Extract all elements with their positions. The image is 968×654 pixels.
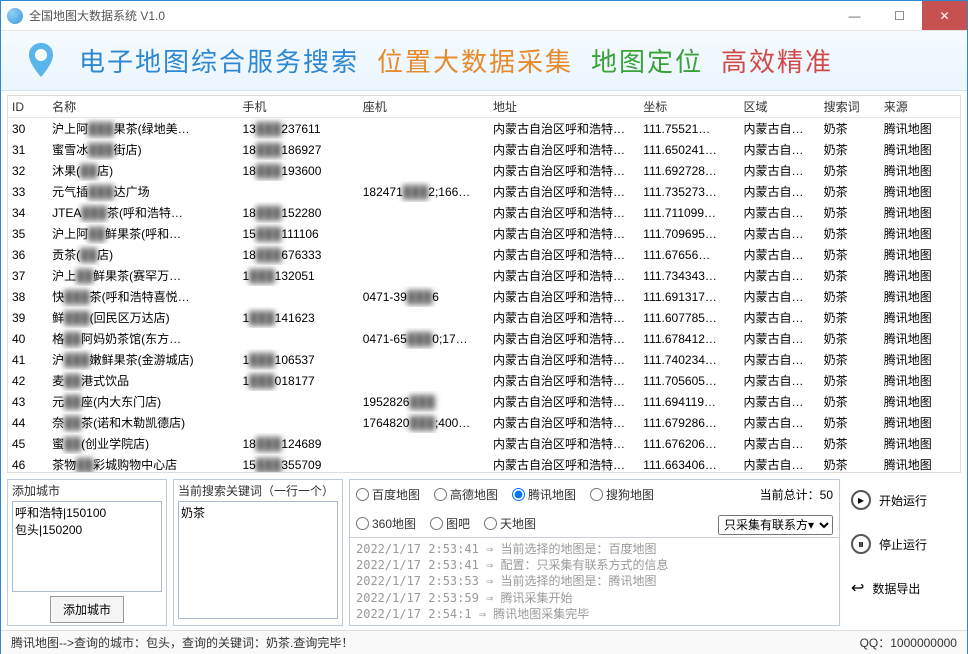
- city-label: 添加城市: [12, 482, 162, 499]
- map-radio[interactable]: 腾讯地图: [512, 486, 576, 503]
- map-radios: 百度地图高德地图腾讯地图搜狗地图 360地图图吧天地图: [350, 480, 712, 535]
- column-header[interactable]: 座机: [359, 96, 489, 118]
- column-header[interactable]: 区域: [740, 96, 820, 118]
- map-radio[interactable]: 360地图: [356, 515, 416, 532]
- count-row: 当前总计：50 只采集有联系方▾: [712, 480, 839, 537]
- column-header[interactable]: 手机: [238, 96, 358, 118]
- export-button[interactable]: ↩ 数据导出: [846, 571, 961, 605]
- banner-text-2: 位置大数据采集: [377, 42, 573, 79]
- bottom-panel: 添加城市 添加城市 当前搜索关键词（一行一个） 百度地图高德地图腾讯地图搜狗地图…: [1, 475, 967, 630]
- stop-icon: ⏸: [851, 534, 871, 554]
- map-radio[interactable]: 高德地图: [434, 486, 498, 503]
- table-row[interactable]: 40格██阿妈奶茶馆(东方…0471-65███0;17…内蒙古自治区呼和浩特……: [8, 328, 960, 349]
- table-row[interactable]: 33元气插███达广场182471███2;166…内蒙古自治区呼和浩特…111…: [8, 181, 960, 202]
- table-row[interactable]: 44奈██茶(诺和木勒凯德店)1764820███;400…内蒙古自治区呼和浩特…: [8, 412, 960, 433]
- map-radio[interactable]: 天地图: [484, 515, 536, 532]
- map-radio[interactable]: 百度地图: [356, 486, 420, 503]
- add-city-button[interactable]: 添加城市: [50, 596, 124, 623]
- column-header[interactable]: 坐标: [639, 96, 739, 118]
- table-row[interactable]: 41沪███嫩鲜果茶(金游城店)1███106537内蒙古自治区呼和浩特…111…: [8, 349, 960, 370]
- table-row[interactable]: 42麦██港式饮品1███018177内蒙古自治区呼和浩特…111.705605…: [8, 370, 960, 391]
- play-icon: ▸: [851, 490, 871, 510]
- table-row[interactable]: 38快███茶(呼和浩特喜悦…0471-39███6内蒙古自治区呼和浩特…111…: [8, 286, 960, 307]
- qq-contact: QQ：1000000000: [860, 634, 957, 651]
- keyword-panel: 当前搜索关键词（一行一个）: [173, 479, 343, 626]
- table-row[interactable]: 46茶物██彩城购物中心店15███355709内蒙古自治区呼和浩特…111.6…: [8, 454, 960, 473]
- banner-text-1: 电子地图综合服务搜索: [79, 42, 359, 79]
- column-header[interactable]: ID: [8, 96, 48, 118]
- minimize-button[interactable]: —: [832, 1, 877, 30]
- table-row[interactable]: 39鲜███(回民区万达店)1███141623内蒙古自治区呼和浩特…111.6…: [8, 307, 960, 328]
- start-button[interactable]: ▸ 开始运行: [846, 483, 961, 517]
- map-radio[interactable]: 搜狗地图: [590, 486, 654, 503]
- export-icon: ↩: [851, 578, 864, 598]
- pin-icon: [21, 41, 61, 81]
- stop-button[interactable]: ⏸ 停止运行: [846, 527, 961, 561]
- banner-text-4: 高效精准: [721, 42, 833, 79]
- table-row[interactable]: 32沐果(██店)18███193600内蒙古自治区呼和浩特…111.69272…: [8, 160, 960, 181]
- keyword-label: 当前搜索关键词（一行一个）: [178, 482, 338, 499]
- status-bar: 腾讯地图-->查询的城市：包头，查询的关键词：奶茶.查询完毕！ QQ：10000…: [1, 630, 967, 654]
- status-text: 腾讯地图-->查询的城市：包头，查询的关键词：奶茶.查询完毕！: [11, 634, 353, 651]
- column-header[interactable]: 地址: [489, 96, 639, 118]
- column-header[interactable]: 名称: [48, 96, 238, 118]
- city-panel: 添加城市 添加城市: [7, 479, 167, 626]
- map-radio[interactable]: 图吧: [430, 515, 470, 532]
- data-table: ID名称手机座机地址坐标区域搜索词来源 30沪上阿███果茶(绿地美…13███…: [8, 96, 960, 473]
- titlebar: 全国地图大数据系统 V1.0 — ☐ ✕: [1, 1, 967, 31]
- table-row[interactable]: 34JTEA███茶(呼和浩特…18███152280内蒙古自治区呼和浩特…11…: [8, 202, 960, 223]
- column-header[interactable]: 搜索词: [820, 96, 880, 118]
- window-title: 全国地图大数据系统 V1.0: [29, 7, 832, 24]
- collect-mode-select[interactable]: 只采集有联系方▾: [718, 515, 833, 535]
- action-panel: ▸ 开始运行 ⏸ 停止运行 ↩ 数据导出: [846, 479, 961, 626]
- log-output: 2022/1/17 2:53:41 ⇒ 当前选择的地图是：百度地图2022/1/…: [350, 537, 839, 625]
- banner-text-3: 地图定位: [591, 42, 703, 79]
- banner: 电子地图综合服务搜索 位置大数据采集 地图定位 高效精准: [1, 31, 967, 91]
- table-row[interactable]: 37沪上██鲜果茶(赛罕万…1███132051内蒙古自治区呼和浩特…111.7…: [8, 265, 960, 286]
- close-button[interactable]: ✕: [922, 1, 967, 30]
- table-row[interactable]: 43元██座(内大东门店)1952826███内蒙古自治区呼和浩特…111.69…: [8, 391, 960, 412]
- total-count: 当前总计：50: [760, 486, 833, 503]
- maximize-button[interactable]: ☐: [877, 1, 922, 30]
- column-header[interactable]: 来源: [880, 96, 960, 118]
- table-row[interactable]: 36贡茶(██店)18███676333内蒙古自治区呼和浩特…111.67656…: [8, 244, 960, 265]
- data-table-container[interactable]: ID名称手机座机地址坐标区域搜索词来源 30沪上阿███果茶(绿地美…13███…: [7, 95, 961, 473]
- table-row[interactable]: 31蜜雪冰███街店)18███186927内蒙古自治区呼和浩特…111.650…: [8, 139, 960, 160]
- city-textarea[interactable]: [12, 501, 162, 592]
- table-row[interactable]: 35沪上阿██鲜果茶(呼和…15███111106内蒙古自治区呼和浩特…111.…: [8, 223, 960, 244]
- table-row[interactable]: 30沪上阿███果茶(绿地美…13███237611内蒙古自治区呼和浩特…111…: [8, 118, 960, 140]
- app-icon: [7, 8, 23, 24]
- table-row[interactable]: 45蜜██(创业学院店)18███124689内蒙古自治区呼和浩特…111.67…: [8, 433, 960, 454]
- keyword-textarea[interactable]: [178, 501, 338, 619]
- mid-panel: 百度地图高德地图腾讯地图搜狗地图 360地图图吧天地图 当前总计：50 只采集有联…: [349, 479, 840, 626]
